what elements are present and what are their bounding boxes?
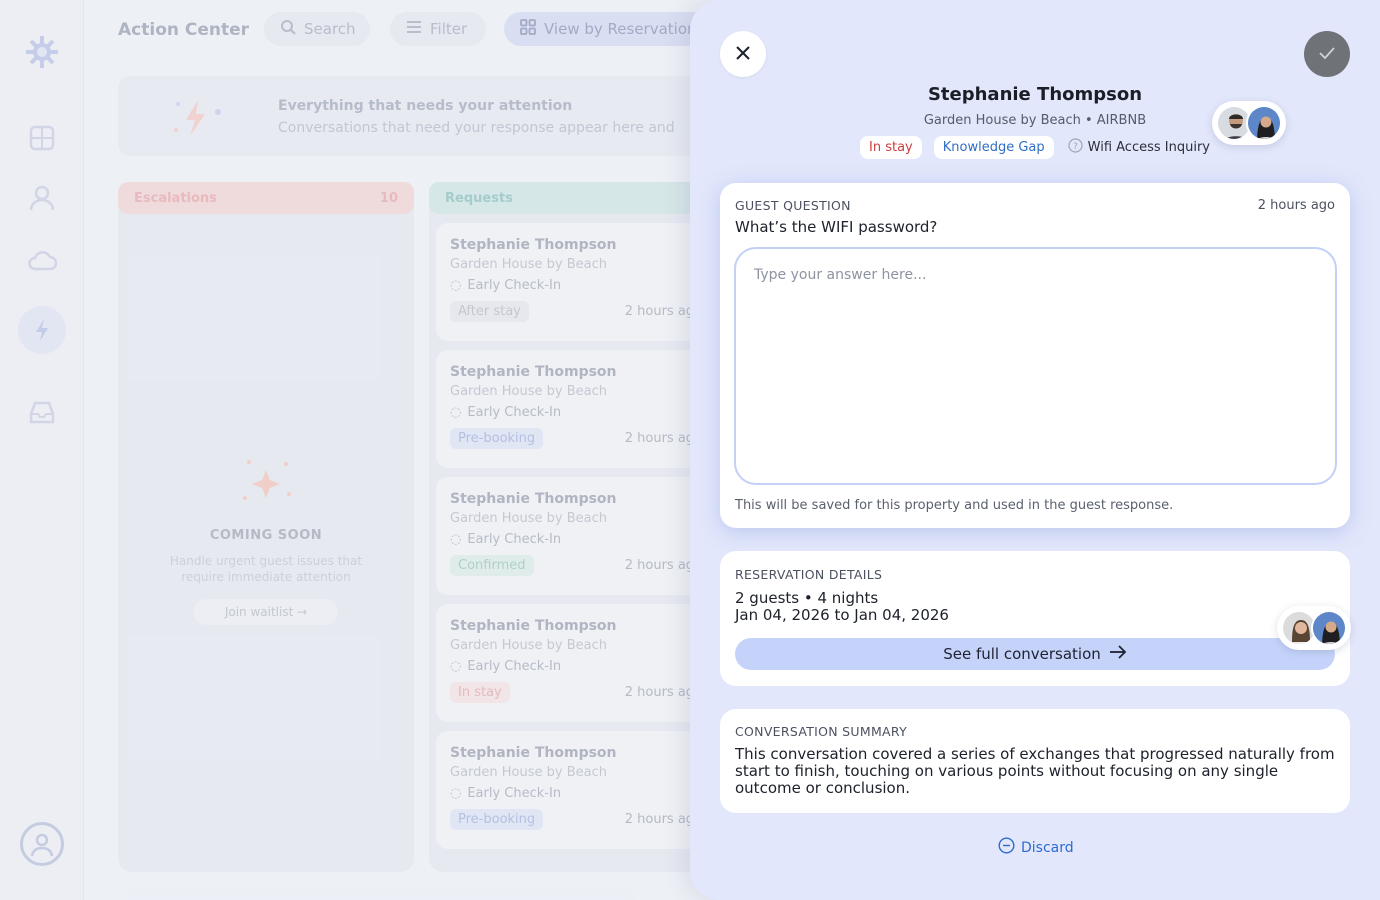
reservation-label: RESERVATION DETAILS [735, 567, 883, 582]
guest-name: Stephanie Thompson [927, 84, 1143, 105]
reservation-details-card: RESERVATION DETAILS 2 guests • 4 nights … [720, 551, 1350, 686]
conversation-summary-card: CONVERSATION SUMMARY This conversation c… [720, 709, 1350, 813]
participant-avatars-secondary[interactable] [1277, 606, 1351, 650]
see-full-conversation-button[interactable]: See full conversation [735, 638, 1335, 670]
avatar-woman [1311, 610, 1347, 646]
close-button[interactable] [720, 31, 766, 77]
participant-avatars[interactable] [1212, 101, 1286, 145]
confirm-button[interactable] [1304, 31, 1350, 77]
svg-text:?: ? [1073, 142, 1078, 152]
discard-label: Discard [1021, 839, 1074, 856]
summary-text: This conversation covered a series of ex… [735, 745, 1335, 797]
guest-question-card: GUEST QUESTION 2 hours ago What’s the WI… [720, 183, 1350, 528]
stay-status-badge: In stay [860, 136, 922, 159]
summary-label: CONVERSATION SUMMARY [735, 724, 908, 739]
arrow-right-icon [1109, 645, 1127, 663]
question-time: 2 hours ago [1257, 198, 1335, 213]
badge-row: In stay Knowledge Gap ? Wifi Access Inqu… [860, 136, 1210, 159]
help-circle-icon: ? [1068, 138, 1083, 157]
minus-circle-icon [998, 837, 1015, 858]
see-full-conversation-label: See full conversation [943, 645, 1101, 663]
category-badge: Knowledge Gap [933, 136, 1054, 159]
question-text: What’s the WIFI password? [735, 218, 938, 236]
answer-input[interactable] [734, 247, 1337, 485]
topic-badge: ? Wifi Access Inquiry [1068, 138, 1210, 157]
guests-nights: 2 guests • 4 nights [735, 589, 879, 607]
reservation-dates: Jan 04, 2026 to Jan 04, 2026 [735, 606, 949, 624]
avatar-woman [1246, 105, 1282, 141]
answer-note: This will be saved for this property and… [735, 498, 1174, 513]
discard-button[interactable]: Discard [998, 837, 1074, 858]
checkmark-icon [1319, 46, 1335, 62]
question-label: GUEST QUESTION [735, 198, 851, 213]
guest-detail-panel: Stephanie Thompson Garden House by Beach… [690, 0, 1380, 900]
topic-label: Wifi Access Inquiry [1087, 140, 1210, 155]
blur-overlay [0, 0, 700, 900]
close-icon [736, 45, 750, 63]
